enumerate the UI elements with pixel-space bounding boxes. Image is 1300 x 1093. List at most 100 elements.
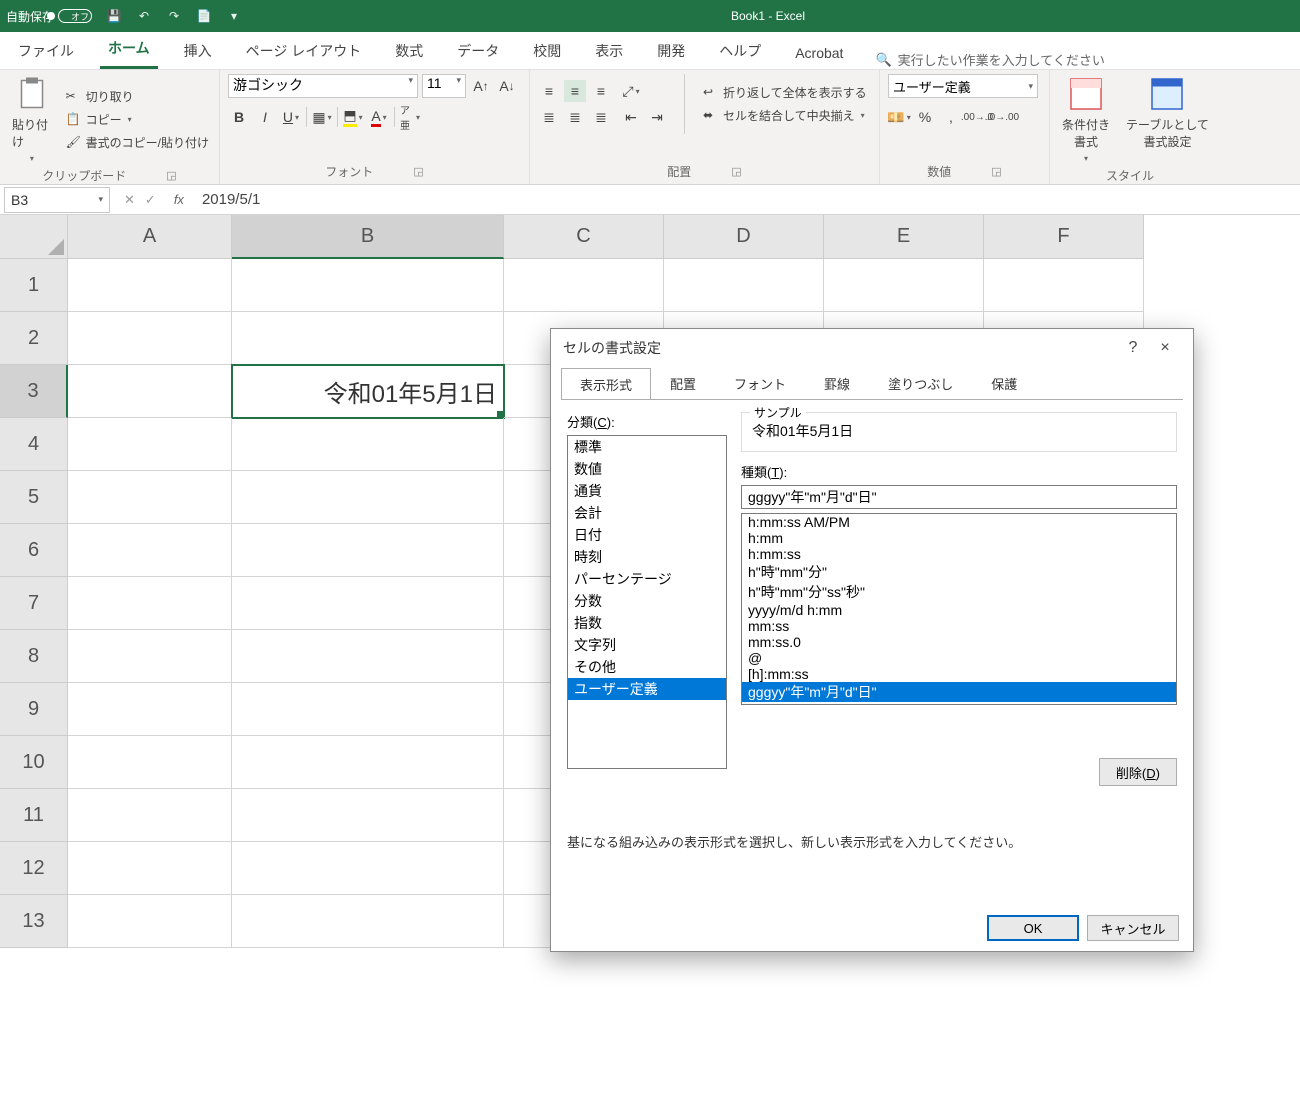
cell-B5[interactable] <box>232 471 504 524</box>
category-item[interactable]: 文字列 <box>568 634 726 656</box>
dialog-tab-罫線[interactable]: 罫線 <box>805 367 869 399</box>
category-item[interactable]: 会計 <box>568 502 726 524</box>
format-painter-button[interactable]: 🖌書式のコピー/貼り付け <box>64 133 211 152</box>
cell-B10[interactable] <box>232 736 504 789</box>
cell-D1[interactable] <box>664 259 824 312</box>
row-header-4[interactable]: 4 <box>0 418 68 471</box>
col-header-C[interactable]: C <box>504 215 664 259</box>
cell-B3[interactable]: 令和01年5月1日 <box>232 365 504 418</box>
category-item[interactable]: 分数 <box>568 590 726 612</box>
row-header-2[interactable]: 2 <box>0 312 68 365</box>
row-header-5[interactable]: 5 <box>0 471 68 524</box>
cell-B7[interactable] <box>232 577 504 630</box>
align-top-button[interactable]: ≡ <box>538 80 560 102</box>
formula-input[interactable]: 2019/5/1 <box>192 191 1300 208</box>
type-item[interactable]: mm:ss <box>742 618 1176 634</box>
italic-button[interactable]: I <box>254 106 276 128</box>
cell-B12[interactable] <box>232 842 504 895</box>
decrease-indent-button[interactable]: ⇤ <box>620 106 642 128</box>
format-as-table-button[interactable]: テーブルとして 書式設定 <box>1122 74 1213 165</box>
font-name-combo[interactable]: 游ゴシック▾ <box>228 74 418 98</box>
tab-挿入[interactable]: 挿入 <box>176 35 220 69</box>
conditional-formatting-button[interactable]: 条件付き 書式▾ <box>1058 74 1114 165</box>
cell-F1[interactable] <box>984 259 1144 312</box>
cell-A2[interactable] <box>68 312 232 365</box>
tab-Acrobat[interactable]: Acrobat <box>787 39 851 69</box>
dialog-tab-配置[interactable]: 配置 <box>651 367 715 399</box>
paste-button[interactable]: 貼り付け ▾ <box>8 74 56 165</box>
type-item[interactable]: [h]:mm:ss <box>742 666 1176 682</box>
category-item[interactable]: 数値 <box>568 458 726 480</box>
decrease-decimal-button[interactable]: .0→.00 <box>992 106 1014 128</box>
category-item[interactable]: 指数 <box>568 612 726 634</box>
col-header-D[interactable]: D <box>664 215 824 259</box>
number-dialog-launcher[interactable]: ◲ <box>991 165 1001 178</box>
cell-A13[interactable] <box>68 895 232 948</box>
cell-A10[interactable] <box>68 736 232 789</box>
help-button[interactable]: ? <box>1117 332 1149 364</box>
number-format-combo[interactable]: ユーザー定義▾ <box>888 74 1038 98</box>
cell-A5[interactable] <box>68 471 232 524</box>
row-header-12[interactable]: 12 <box>0 842 68 895</box>
row-header-6[interactable]: 6 <box>0 524 68 577</box>
cut-button[interactable]: ✂切り取り <box>64 87 211 106</box>
cancel-formula-icon[interactable]: ✕ <box>124 192 135 208</box>
cell-A3[interactable] <box>68 365 232 418</box>
type-item[interactable]: gggyy"年"m"月"d"日" <box>742 682 1176 702</box>
type-listbox[interactable]: h:mm:ss AM/PMh:mmh:mm:ssh"時"mm"分"h"時"mm"… <box>741 513 1177 705</box>
cell-A8[interactable] <box>68 630 232 683</box>
type-item[interactable]: h:mm:ss <box>742 546 1176 562</box>
phonetic-button[interactable]: ア亜 <box>399 106 421 128</box>
tab-校閲[interactable]: 校閲 <box>525 35 569 69</box>
autosave-state[interactable]: オフ <box>58 9 92 23</box>
merge-center-button[interactable]: ⬌セルを結合して中央揃え▾ <box>701 106 869 125</box>
tab-数式[interactable]: 数式 <box>387 35 431 69</box>
tell-me-search[interactable]: 🔍 実行したい作業を入力してください <box>875 50 1104 69</box>
close-button[interactable]: × <box>1149 332 1181 364</box>
cell-B8[interactable] <box>232 630 504 683</box>
cell-A9[interactable] <box>68 683 232 736</box>
cell-B9[interactable] <box>232 683 504 736</box>
underline-button[interactable]: U <box>280 106 302 128</box>
cell-B11[interactable] <box>232 789 504 842</box>
category-item[interactable]: 標準 <box>568 436 726 458</box>
increase-decimal-button[interactable]: .00→.0 <box>966 106 988 128</box>
percent-button[interactable]: % <box>914 106 936 128</box>
cell-A4[interactable] <box>68 418 232 471</box>
cell-A11[interactable] <box>68 789 232 842</box>
type-input[interactable] <box>741 485 1177 509</box>
select-all-corner[interactable] <box>0 215 68 259</box>
type-item[interactable]: h:mm <box>742 530 1176 546</box>
align-center-button[interactable]: ≣ <box>564 106 586 128</box>
comma-button[interactable]: , <box>940 106 962 128</box>
tab-データ[interactable]: データ <box>449 35 507 69</box>
type-item[interactable]: @ <box>742 650 1176 666</box>
category-item[interactable]: その他 <box>568 656 726 678</box>
delete-button[interactable]: 削除(D) <box>1099 758 1177 786</box>
bold-button[interactable]: B <box>228 106 250 128</box>
col-header-E[interactable]: E <box>824 215 984 259</box>
ok-button[interactable]: OK <box>987 915 1079 941</box>
type-item[interactable]: h:mm:ss AM/PM <box>742 514 1176 530</box>
col-header-B[interactable]: B <box>232 215 504 259</box>
category-item[interactable]: 通貨 <box>568 480 726 502</box>
cell-A7[interactable] <box>68 577 232 630</box>
accounting-format-button[interactable]: 💴 <box>888 106 910 128</box>
tab-表示[interactable]: 表示 <box>587 35 631 69</box>
increase-font-button[interactable]: A↑ <box>470 75 492 97</box>
cell-B13[interactable] <box>232 895 504 948</box>
cell-A1[interactable] <box>68 259 232 312</box>
row-header-11[interactable]: 11 <box>0 789 68 842</box>
row-header-9[interactable]: 9 <box>0 683 68 736</box>
tab-開発[interactable]: 開発 <box>649 35 693 69</box>
type-item[interactable]: h"時"mm"分" <box>742 562 1176 582</box>
publish-icon[interactable]: 📄 <box>196 8 212 24</box>
tab-ページ レイアウト[interactable]: ページ レイアウト <box>238 35 370 69</box>
col-header-F[interactable]: F <box>984 215 1144 259</box>
name-box[interactable]: B3▾ <box>4 187 110 213</box>
font-size-combo[interactable]: 11▾ <box>422 74 466 98</box>
category-item[interactable]: 日付 <box>568 524 726 546</box>
wrap-text-button[interactable]: ↩折り返して全体を表示する <box>701 83 869 102</box>
autosave-toggle[interactable]: 自動保存 オフ <box>6 8 92 25</box>
cell-C1[interactable] <box>504 259 664 312</box>
